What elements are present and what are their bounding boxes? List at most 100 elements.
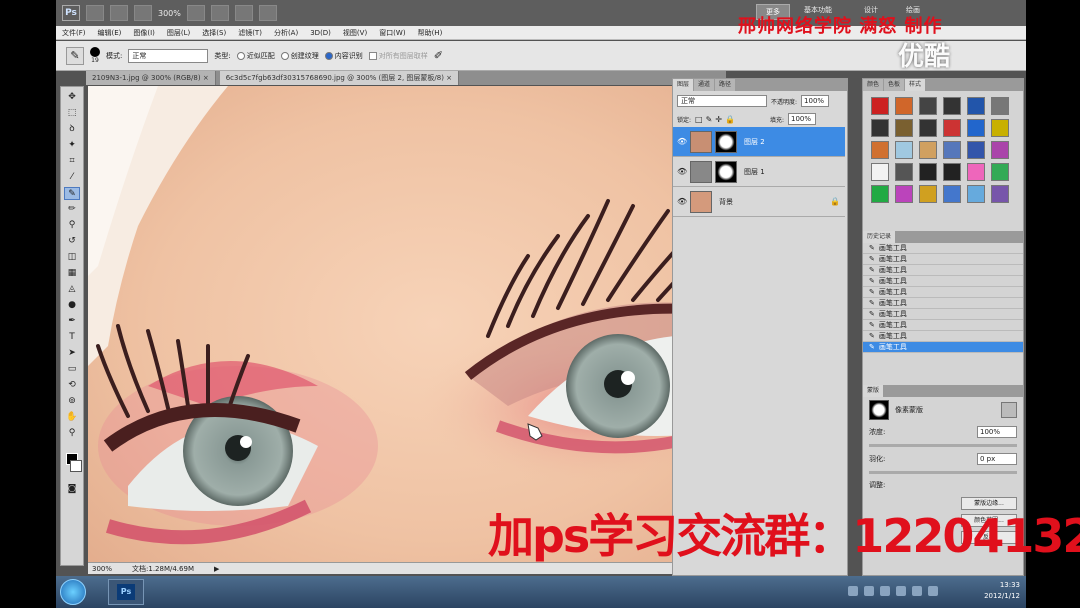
clone-stamp-icon[interactable]: ⚲ [64, 219, 80, 232]
density-slider[interactable] [869, 444, 1017, 447]
hand-tool-button[interactable] [186, 5, 205, 21]
layer-row-background[interactable]: 👁 背景 🔒 [673, 187, 845, 217]
history-item[interactable]: ✎ 画笔工具 [863, 265, 1023, 276]
tab-styles[interactable]: 样式 [905, 79, 926, 91]
history-item[interactable]: ✎ 画笔工具 [863, 342, 1023, 353]
system-clock[interactable]: 13:33 2012/1/12 [984, 580, 1020, 602]
type-proximity-match[interactable]: 近似匹配 [236, 51, 275, 61]
eye-icon[interactable]: 👁 [677, 137, 687, 146]
style-swatch[interactable] [919, 141, 937, 159]
feather-slider[interactable] [869, 471, 1017, 474]
quick-select-tool-icon[interactable]: ✦ [64, 139, 80, 152]
style-swatch[interactable] [967, 185, 985, 203]
type-content-aware[interactable]: 内容识别 [324, 51, 363, 61]
style-swatch[interactable] [871, 163, 889, 181]
style-swatch[interactable] [895, 163, 913, 181]
style-swatch[interactable] [871, 97, 889, 115]
move-tool-icon[interactable]: ✥ [64, 91, 80, 104]
style-swatch[interactable] [967, 119, 985, 137]
zoom-tool-button[interactable] [210, 5, 229, 21]
style-swatch[interactable] [991, 119, 1009, 137]
tab-history[interactable]: 历史记录 [863, 231, 896, 243]
arrange-documents-button[interactable] [258, 5, 277, 21]
history-item[interactable]: ✎ 画笔工具 [863, 331, 1023, 342]
layer-mask-thumbnail[interactable] [715, 130, 737, 153]
tab-masks[interactable]: 蒙版 [863, 385, 884, 397]
style-swatch[interactable] [967, 141, 985, 159]
path-select-icon[interactable]: ➤ [64, 347, 80, 360]
menu-3d[interactable]: 3D(D) [310, 29, 331, 37]
tray-icon[interactable] [880, 586, 890, 596]
lasso-tool-icon[interactable]: ꝺ [64, 123, 80, 136]
shape-tool-icon[interactable]: ▭ [64, 363, 80, 376]
opacity-input[interactable]: 100% [801, 95, 830, 107]
start-button[interactable] [60, 579, 86, 605]
feather-input[interactable]: 0 px [977, 453, 1017, 465]
type-create-texture[interactable]: 创建纹理 [280, 51, 319, 61]
document-canvas[interactable] [88, 86, 718, 562]
tab-color[interactable]: 颜色 [863, 79, 884, 91]
tray-icon[interactable] [864, 586, 874, 596]
menu-help[interactable]: 帮助(H) [418, 28, 443, 38]
style-swatch[interactable] [919, 119, 937, 137]
history-item[interactable]: ✎ 画笔工具 [863, 254, 1023, 265]
gradient-tool-icon[interactable]: ▦ [64, 267, 80, 280]
mini-bridge-button[interactable] [110, 5, 128, 21]
menu-analysis[interactable]: 分析(A) [274, 28, 298, 38]
menu-select[interactable]: 选择(S) [202, 28, 226, 38]
style-swatch[interactable] [871, 141, 889, 159]
history-brush-icon[interactable]: ↺ [64, 235, 80, 248]
style-swatch[interactable] [943, 141, 961, 159]
history-item[interactable]: ✎ 画笔工具 [863, 287, 1023, 298]
tab-paths[interactable]: 路径 [715, 79, 736, 91]
menu-window[interactable]: 窗口(W) [379, 28, 405, 38]
bridge-button[interactable] [86, 5, 104, 21]
tab-swatches[interactable]: 色板 [884, 79, 905, 91]
layer-mask-thumbnail[interactable] [715, 160, 737, 183]
history-item[interactable]: ✎ 画笔工具 [863, 298, 1023, 309]
pen-tool-icon[interactable]: ✒ [64, 315, 80, 328]
menu-edit[interactable]: 编辑(E) [98, 28, 122, 38]
tab-document-2[interactable]: 6c3d5c7fgb63df30315768690.jpg @ 300% (图层… [219, 71, 460, 85]
style-swatch[interactable] [895, 119, 913, 137]
history-item[interactable]: ✎ 画笔工具 [863, 243, 1023, 254]
quick-mask-icon[interactable]: ◙ [64, 483, 80, 496]
tray-icon[interactable] [896, 586, 906, 596]
status-arrow-icon[interactable]: ▶ [214, 565, 219, 573]
zoom-level-menu[interactable]: 300% [158, 9, 181, 18]
brush-tool-icon[interactable]: ✏ [64, 203, 80, 216]
spot-healing-brush-icon[interactable]: ✎ [64, 187, 80, 200]
tab-layers[interactable]: 图层 [673, 79, 694, 91]
style-swatch[interactable] [967, 163, 985, 181]
style-swatch[interactable] [991, 97, 1009, 115]
taskbar-photoshop[interactable]: Ps [108, 579, 144, 605]
eye-icon[interactable]: 👁 [677, 167, 687, 176]
style-swatch[interactable] [919, 163, 937, 181]
add-vector-mask-icon[interactable] [1001, 402, 1017, 418]
menu-image[interactable]: 图像(I) [133, 28, 155, 38]
blur-tool-icon[interactable]: ◬ [64, 283, 80, 296]
volume-icon[interactable] [928, 586, 938, 596]
dodge-tool-icon[interactable]: ● [64, 299, 80, 312]
style-swatch[interactable] [871, 185, 889, 203]
history-item[interactable]: ✎ 画笔工具 [863, 309, 1023, 320]
3d-rotate-icon[interactable]: ⟲ [64, 379, 80, 392]
style-swatch[interactable] [895, 185, 913, 203]
style-swatch[interactable] [871, 119, 889, 137]
menu-filter[interactable]: 滤镜(T) [238, 28, 262, 38]
menu-view[interactable]: 视图(V) [343, 28, 367, 38]
style-swatch[interactable] [991, 163, 1009, 181]
view-extras-button[interactable] [134, 5, 152, 21]
tab-document-1[interactable]: 2109N3-1.jpg @ 300% (RGB/8) × [86, 71, 216, 85]
eye-icon[interactable]: 👁 [677, 197, 687, 206]
type-tool-icon[interactable]: T [64, 331, 80, 344]
style-swatch[interactable] [919, 97, 937, 115]
density-input[interactable]: 100% [977, 426, 1017, 438]
tray-icon[interactable] [912, 586, 922, 596]
tool-preset-picker[interactable]: ✎ [66, 46, 84, 65]
style-swatch[interactable] [943, 97, 961, 115]
layer-row-layer-2[interactable]: 👁 图层 2 [673, 127, 845, 157]
style-swatch[interactable] [943, 119, 961, 137]
style-swatch[interactable] [991, 141, 1009, 159]
sample-all-layers-checkbox[interactable]: 对所有图层取样 [368, 51, 428, 61]
